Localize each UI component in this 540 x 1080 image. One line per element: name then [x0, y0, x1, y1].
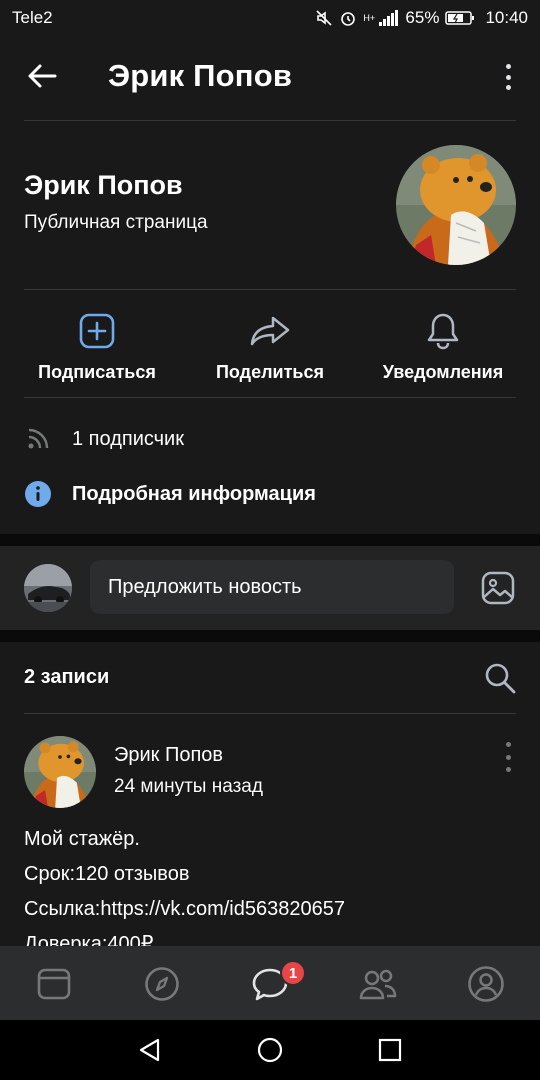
screen: Tele2 H+ 65% 10:40 Эрик Попов Эрик Попов… [0, 0, 540, 1080]
section-gap [0, 534, 540, 546]
bell-icon [427, 313, 459, 350]
subscribe-label: Подписаться [38, 362, 156, 382]
attach-photo-button[interactable] [480, 570, 516, 606]
suggest-news-input[interactable]: Предложить новость [90, 560, 454, 614]
nav-feed[interactable] [30, 960, 78, 1008]
status-bar: Tele2 H+ 65% 10:40 [0, 0, 540, 36]
post-line: Срок:120 отзывов [24, 863, 190, 885]
post-author-avatar[interactable] [24, 736, 96, 808]
top-bar: Эрик Попов [0, 36, 540, 120]
post-line[interactable]: Ссылка:https://vk.com/id563820657 [24, 892, 345, 927]
explore-icon [145, 967, 179, 1001]
more-vertical-icon [505, 742, 511, 747]
post-text: Мой стажёр. Срок:120 отзывов Ссылка:http… [24, 822, 345, 946]
post-menu-button[interactable] [504, 742, 512, 772]
plus-square-icon [79, 313, 115, 349]
more-menu-button[interactable] [498, 60, 518, 94]
more-vertical-icon [505, 64, 511, 69]
posts-count: 2 записи [24, 666, 110, 688]
search-icon [485, 663, 516, 694]
share-label: Поделиться [215, 362, 325, 382]
followers-count: 1 подписчик [72, 427, 184, 450]
details-row[interactable]: Подробная информация [24, 480, 316, 508]
carrier-label: Tele2 [12, 8, 53, 27]
divider [24, 289, 516, 290]
post-author-name[interactable]: Эрик Попов [114, 744, 223, 767]
system-recents-button[interactable] [374, 1034, 406, 1066]
followers-row[interactable]: 1 подписчик [24, 425, 184, 453]
feed-icon [37, 968, 71, 1000]
post-line: Доверка:400₽. [24, 933, 160, 946]
profile-icon [468, 966, 504, 1002]
divider [24, 713, 516, 714]
subscribe-button[interactable]: Подписаться [7, 296, 187, 396]
triangle-back-icon [139, 1038, 160, 1062]
divider [24, 397, 516, 398]
alarm-icon [339, 9, 357, 27]
battery-icon [445, 10, 475, 26]
clock: 10:40 [485, 8, 528, 27]
arrow-left-icon [28, 64, 57, 88]
notifications-label: Уведомления [382, 362, 504, 382]
nav-profile[interactable] [462, 960, 510, 1008]
image-icon [481, 571, 515, 605]
system-navigation [0, 1020, 540, 1080]
divider [24, 120, 516, 121]
network-type-label: H+ [363, 12, 376, 23]
mute-icon [315, 9, 333, 27]
nav-friends[interactable] [354, 960, 402, 1008]
posts-section: 2 записи Эрик Попов 24 минуты назад Мой … [0, 642, 540, 946]
circle-home-icon [257, 1037, 283, 1063]
profile-type: Публичная страница [24, 212, 208, 233]
nav-explore[interactable] [138, 960, 186, 1008]
share-icon [250, 316, 290, 346]
friends-icon [359, 969, 397, 1000]
back-button[interactable] [24, 58, 60, 94]
notifications-button[interactable]: Уведомления [353, 296, 533, 396]
section-gap [0, 630, 540, 642]
share-button[interactable]: Поделиться [180, 296, 360, 396]
system-back-button[interactable] [134, 1034, 166, 1066]
status-icons: H+ 65% 10:40 [315, 6, 528, 30]
profile-name: Эрик Попов [24, 170, 183, 200]
bottom-navigation [0, 946, 540, 1020]
messages-badge: 1 [280, 960, 306, 986]
signal-icon [379, 10, 399, 26]
action-bar: Подписаться Поделиться Уведомления [0, 296, 540, 396]
battery-percent: 65% [405, 8, 440, 27]
info-icon [25, 481, 51, 507]
post-line: Мой стажёр. [24, 828, 140, 850]
post-timestamp: 24 минуты назад [114, 776, 263, 797]
suggest-news-block: Предложить новость [0, 546, 540, 630]
profile-avatar[interactable] [396, 145, 516, 265]
details-link: Подробная информация [72, 482, 316, 505]
search-posts-button[interactable] [484, 662, 516, 694]
user-avatar[interactable] [24, 564, 72, 612]
rss-icon [28, 428, 49, 449]
page-title: Эрик Попов [108, 58, 293, 93]
square-recents-icon [378, 1038, 402, 1062]
system-home-button[interactable] [254, 1034, 286, 1066]
